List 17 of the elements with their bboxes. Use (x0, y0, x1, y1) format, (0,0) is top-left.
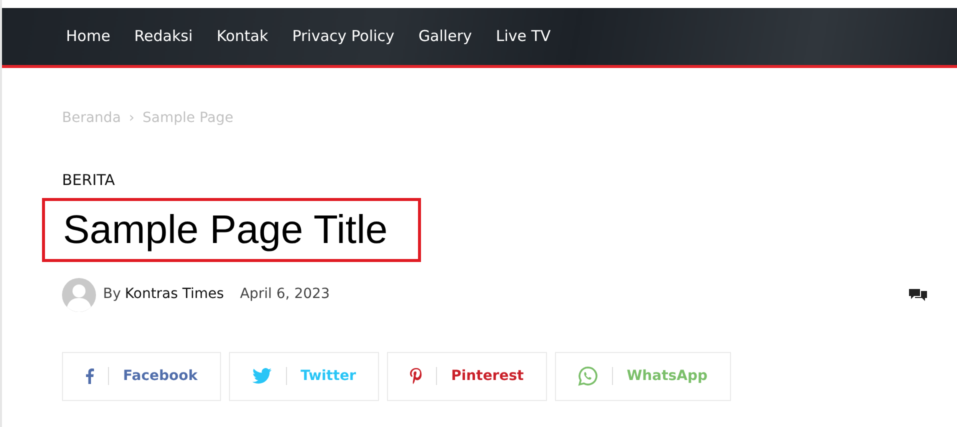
nav-link-item[interactable]: Gallery (409, 19, 481, 54)
category-label: BERITA (62, 170, 116, 191)
byline-label: By (103, 285, 121, 304)
nav-link-item[interactable]: Privacy Policy (283, 19, 404, 54)
author-link[interactable]: Kontras Times (124, 284, 224, 305)
breadcrumb-separator: › (128, 109, 135, 128)
comments-icon[interactable] (909, 288, 927, 302)
post-date: April 6, 2023 (240, 285, 330, 304)
nav-link-item[interactable]: Home (57, 19, 120, 54)
page-title: Sample Page Title (42, 198, 421, 262)
avatar-icon (62, 278, 96, 312)
share-button[interactable]: Pinterest (387, 352, 547, 400)
nav-link-item[interactable]: Live TV (486, 19, 560, 54)
share-button[interactable]: Facebook (62, 352, 221, 400)
breadcrumb-current: Sample Page (142, 109, 234, 128)
nav-link-item[interactable]: Redaksi (125, 19, 202, 54)
nav-link-item[interactable]: Kontak (208, 19, 278, 54)
